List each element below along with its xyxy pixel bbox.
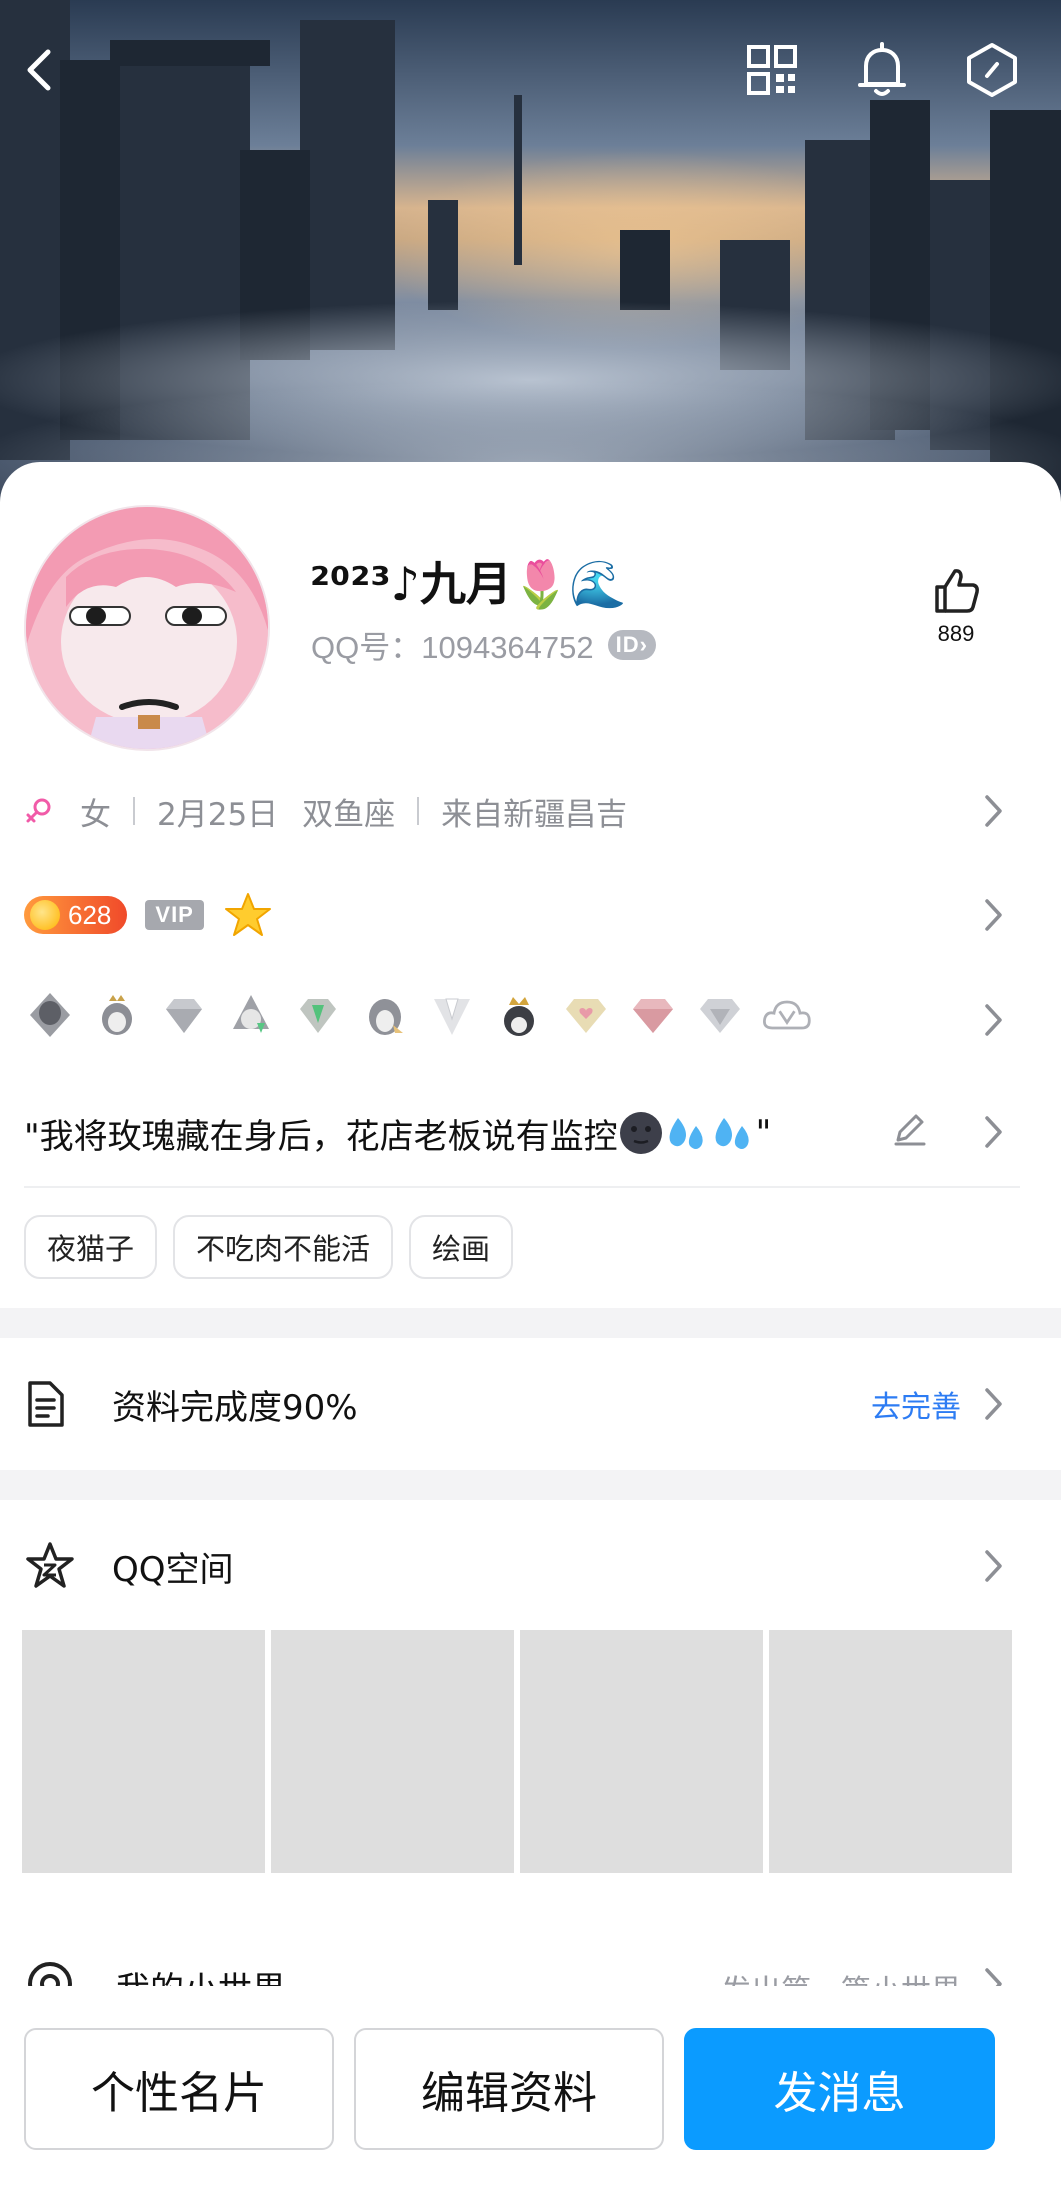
penguin-king-medal-icon (493, 989, 545, 1041)
signature-text: "我将玫瑰藏在身后，花店老板说有监控 (24, 1116, 618, 1157)
thumbs-up-icon (935, 569, 979, 613)
chevron-right-icon (985, 1388, 1002, 1420)
separator (417, 797, 420, 825)
signature-quote-end: " (755, 1113, 772, 1153)
chevron-right-icon (985, 1550, 1002, 1582)
id-badge[interactable]: ID › (607, 629, 656, 660)
birthday: 2月25日 (157, 796, 279, 833)
location: 来自新疆昌吉 (441, 796, 628, 833)
silver-diamond-medal-icon (694, 989, 746, 1041)
nickname: ²⁰²³♪九月🌷🌊 (310, 557, 627, 611)
penguin-armor-medal-icon (24, 989, 76, 1041)
qr-code-icon (747, 45, 797, 95)
document-icon (28, 1381, 64, 1427)
green-diamond-medal-icon (292, 989, 344, 1041)
bell-icon (858, 42, 906, 96)
diamond-medal-icon (158, 989, 210, 1041)
separator (133, 797, 135, 825)
photo-placeholder[interactable] (769, 1630, 1012, 1873)
qzone-star-icon (26, 1542, 74, 1588)
profile-completion-row[interactable]: 资料完成度90% 去完善 (0, 1356, 1061, 1452)
chevron-right-icon (985, 795, 1002, 827)
pink-diamond-medal-icon (627, 989, 679, 1041)
back-arrow-icon (27, 49, 51, 91)
new-moon-face-icon (619, 1112, 662, 1154)
avatar[interactable] (24, 505, 270, 751)
sweat-droplets-icon (715, 1118, 749, 1149)
edit-pencil-icon[interactable] (890, 1110, 928, 1148)
completion-label: 资料完成度90% (112, 1387, 358, 1428)
star-icon (224, 893, 271, 936)
qr-code-button[interactable] (740, 38, 804, 102)
complete-profile-link[interactable]: 去完善 (871, 1382, 961, 1426)
edit-profile-button[interactable]: 编辑资料 (354, 2028, 664, 2150)
qq-number-line: QQ号：1094364752 ID › (311, 622, 656, 667)
level-row[interactable]: 628 VIP (0, 882, 1061, 948)
avatar-illustration (26, 507, 268, 749)
penguin-wing-medal-icon (359, 989, 411, 1041)
chevron-right-icon (985, 899, 1002, 931)
signature-row[interactable]: "我将玫瑰藏在身后，花店老板说有监控 " (0, 1100, 1061, 1166)
chevron-right-icon (985, 1004, 1002, 1036)
section-gap (0, 1308, 1061, 1338)
notification-button[interactable] (850, 38, 914, 102)
interest-tag[interactable]: 不吃肉不能活 (173, 1215, 394, 1279)
sweat-droplets-icon (669, 1118, 703, 1149)
qzone-photo-grid (22, 1630, 1012, 1873)
gender: 女 (80, 796, 111, 833)
level-value: 628 (68, 899, 112, 930)
tuxedo-medal-icon (426, 989, 478, 1041)
female-gender-icon (26, 798, 51, 823)
qzone-label: QQ空间 (112, 1549, 234, 1590)
interest-tag[interactable]: 夜猫子 (24, 1215, 158, 1279)
like-button[interactable]: 889 (924, 565, 988, 647)
tag-list: 夜猫子 不吃肉不能活 绘画 (0, 1215, 1061, 1279)
back-button[interactable] (8, 38, 72, 102)
chevron-right-icon (985, 1116, 1002, 1148)
settings-button[interactable] (960, 38, 1024, 102)
sun-icon (30, 900, 60, 930)
qzone-row[interactable]: QQ空间 (0, 1518, 1061, 1614)
basic-info-row[interactable]: 女 2月25日 双鱼座 来自新疆昌吉 (0, 783, 1061, 839)
penguin-crown-medal-icon (91, 989, 143, 1041)
qq-number: QQ号：1094364752 (311, 630, 594, 665)
gold-heart-diamond-medal-icon (560, 989, 612, 1041)
id-badge-label: ID (615, 631, 640, 657)
chevron-right-icon: › (639, 631, 648, 657)
section-gap (0, 1470, 1061, 1500)
level-badge: 628 (24, 896, 128, 934)
hexagon-settings-icon (967, 43, 1017, 97)
interest-tag[interactable]: 绘画 (409, 1215, 514, 1279)
medal-row[interactable] (0, 980, 1061, 1050)
photo-placeholder[interactable] (22, 1630, 265, 1873)
like-count: 889 (937, 621, 975, 646)
send-message-button[interactable]: 发消息 (684, 2028, 995, 2150)
vip-cloud-medal-icon (761, 989, 813, 1041)
profile-card-button[interactable]: 个性名片 (24, 2028, 334, 2150)
divider (24, 1186, 1020, 1188)
vip-badge: VIP (145, 900, 204, 930)
photo-placeholder[interactable] (520, 1630, 763, 1873)
penguin-gem-medal-icon (225, 989, 277, 1041)
zodiac: 双鱼座 (302, 796, 396, 833)
photo-placeholder[interactable] (271, 1630, 514, 1873)
